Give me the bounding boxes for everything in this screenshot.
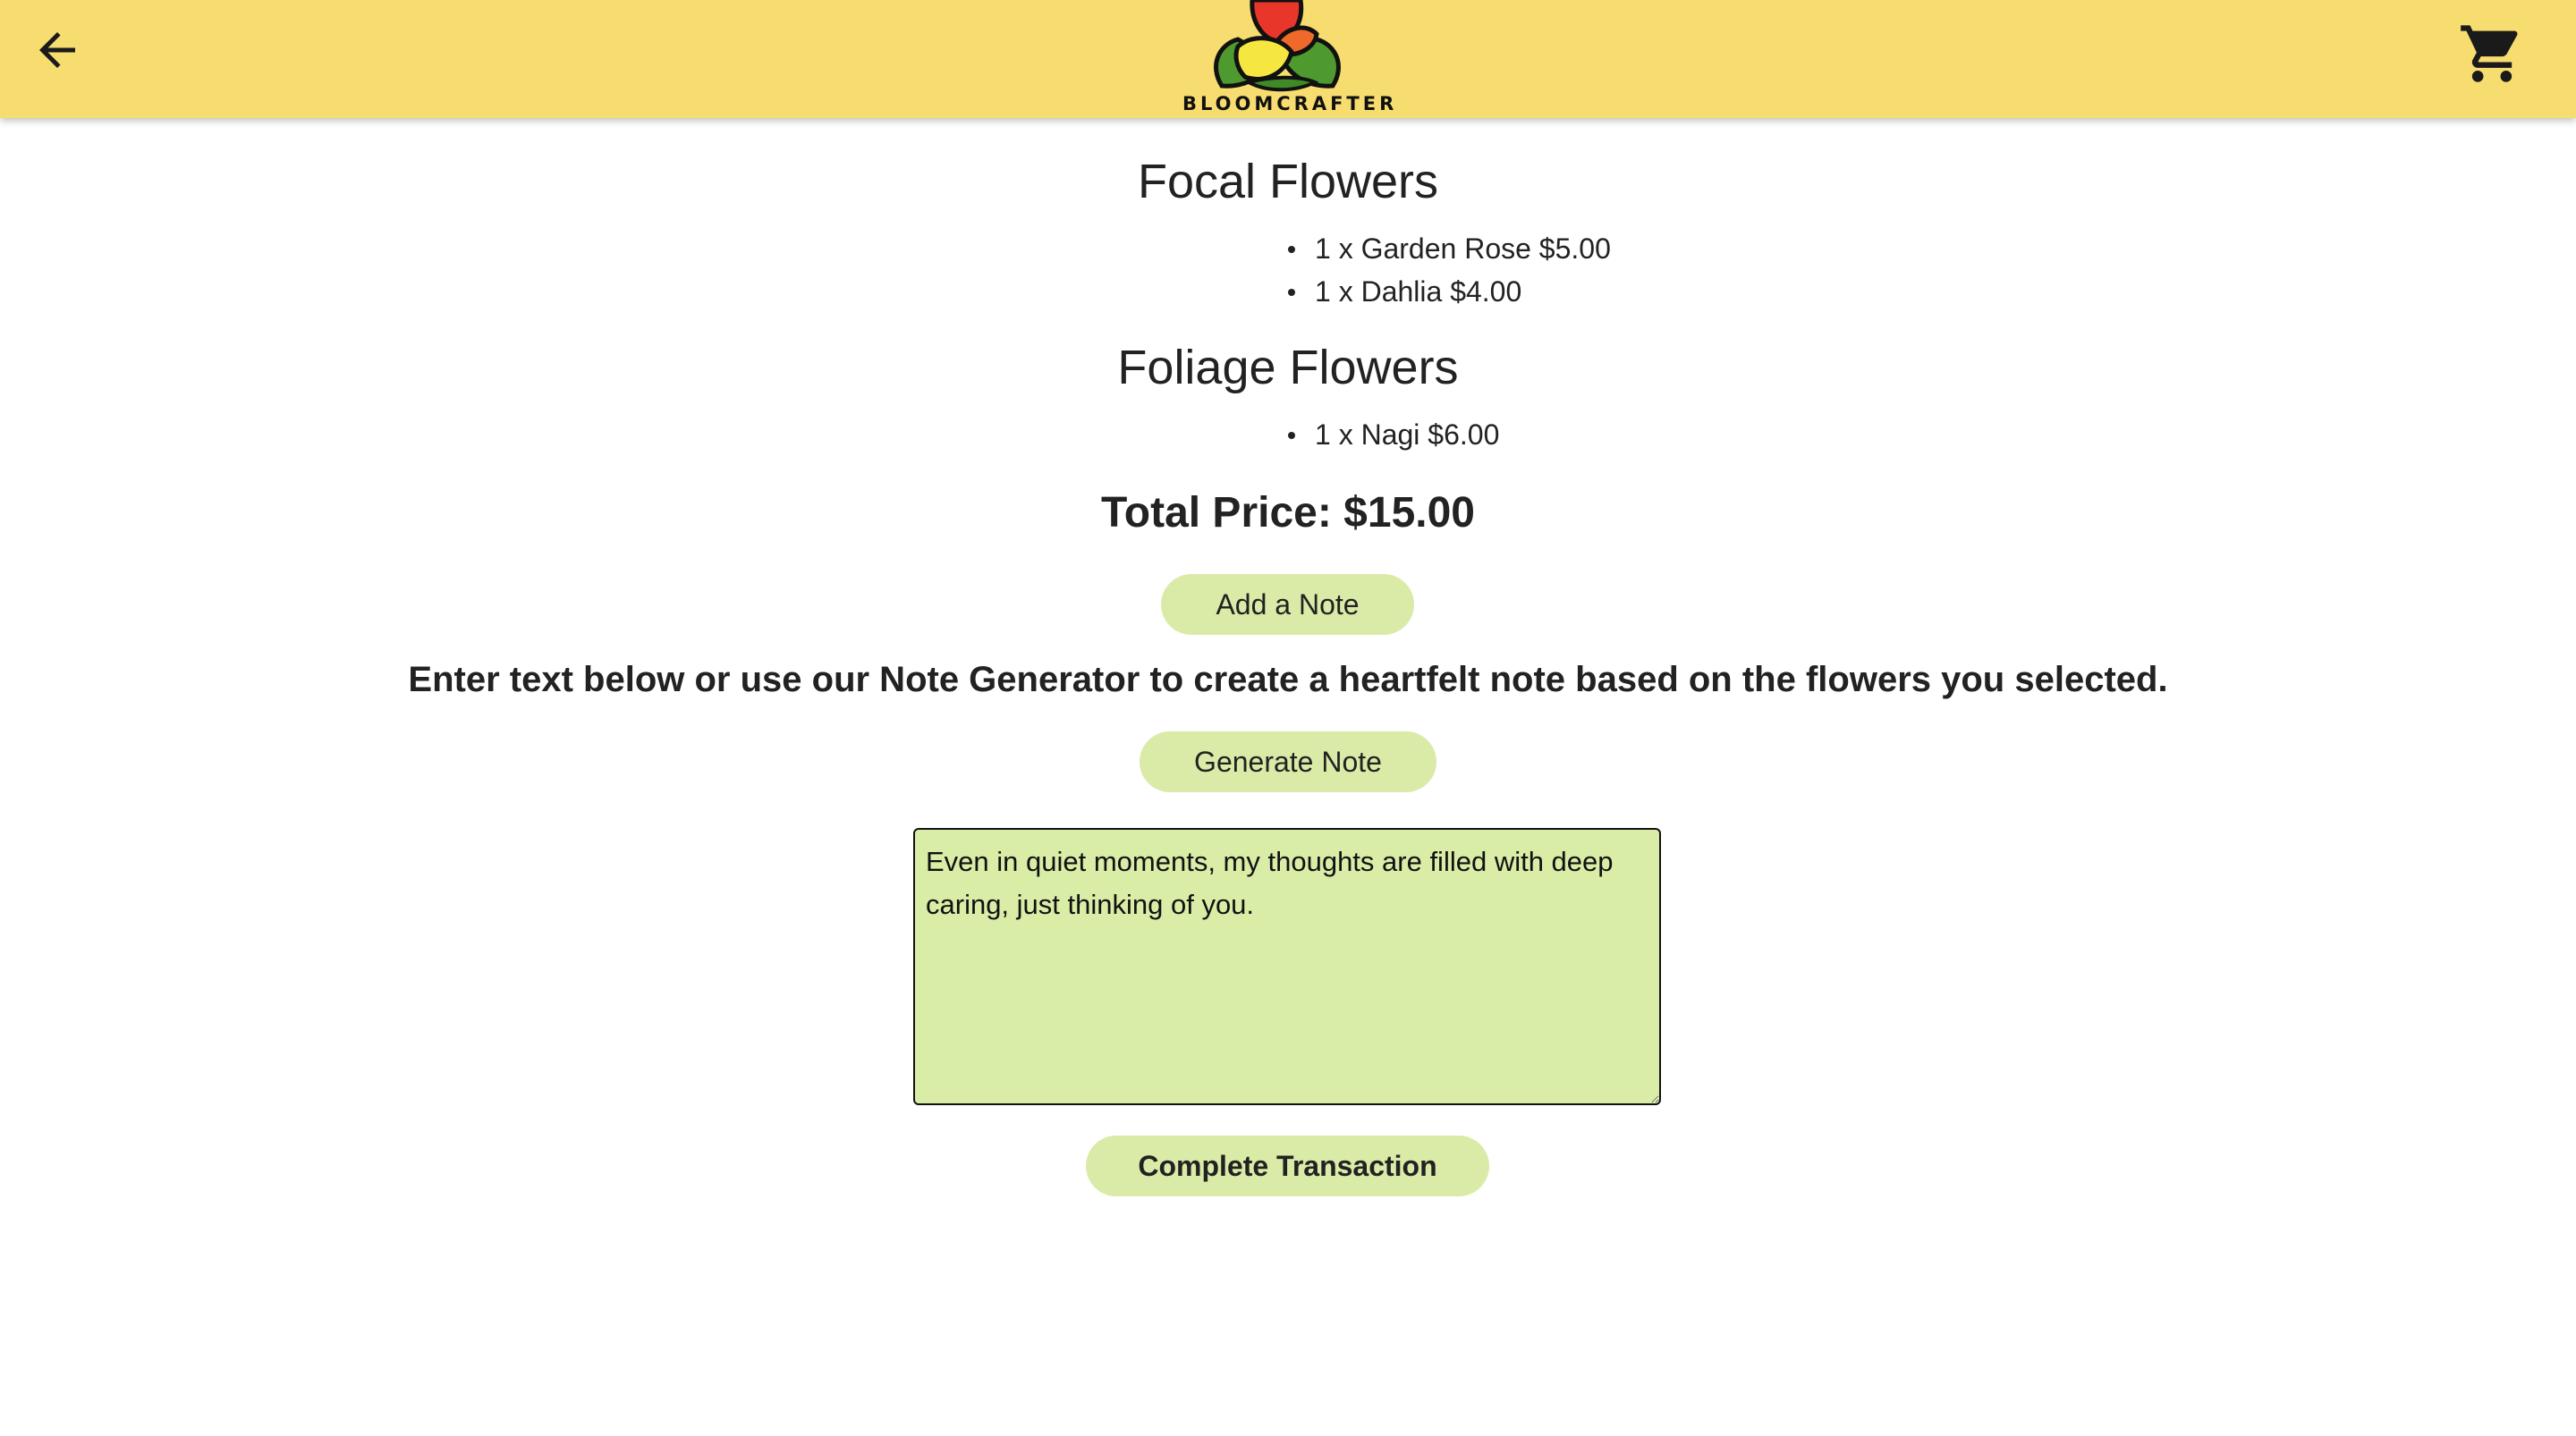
list-item: 1 x Dahlia $4.00 (1288, 270, 1611, 313)
generate-note-button[interactable]: Generate Note (1140, 731, 1436, 792)
total-price: Total Price: $15.00 (1101, 489, 1475, 536)
note-instruction: Enter text below or use our Note Generat… (408, 660, 2168, 699)
complete-transaction-button[interactable]: Complete Transaction (1086, 1136, 1489, 1196)
arrow-left-icon (39, 32, 75, 68)
add-note-button[interactable]: Add a Note (1161, 574, 1414, 635)
note-textarea[interactable]: Even in quiet moments, my thoughts are f… (913, 828, 1661, 1105)
back-button[interactable] (21, 14, 93, 86)
brand-logo[interactable]: BLOOMCRAFTER (1182, 0, 1398, 118)
list-item: 1 x Garden Rose $5.00 (1288, 227, 1611, 270)
foliage-flowers-list: 1 x Nagi $6.00 (1288, 413, 1499, 456)
focal-flowers-list: 1 x Garden Rose $5.00 1 x Dahlia $4.00 (1288, 227, 1611, 313)
flower-logo-icon (1214, 0, 1341, 92)
section-title-focal: Focal Flowers (1137, 155, 1439, 208)
section-title-foliage: Foliage Flowers (1117, 341, 1459, 394)
list-item: 1 x Nagi $6.00 (1288, 413, 1499, 456)
cart-button[interactable] (2449, 11, 2535, 97)
brand-name: BLOOMCRAFTER (1182, 93, 1398, 114)
shopping-cart-icon (2461, 25, 2518, 82)
app-header: BLOOMCRAFTER (0, 0, 2576, 118)
note-field-wrapper: Even in quiet moments, my thoughts are f… (913, 828, 1661, 1105)
